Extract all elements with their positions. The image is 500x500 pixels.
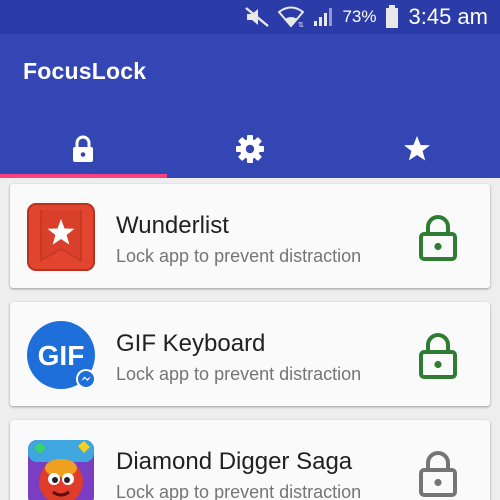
app-name: GIF Keyboard <box>116 330 266 357</box>
battery-icon <box>385 5 398 28</box>
lock-toggle-icon[interactable] <box>416 332 460 380</box>
lock-toggle-icon[interactable] <box>416 214 460 262</box>
svg-text:⇅: ⇅ <box>298 22 304 28</box>
app-subtitle: Lock app to prevent distraction <box>116 364 362 384</box>
app-bar: FocusLock <box>0 34 500 178</box>
app-subtitle: Lock app to prevent distraction <box>116 482 362 500</box>
list-item[interactable]: Diamond Digger Saga Lock app to prevent … <box>10 420 490 500</box>
wifi-icon: ⇅ <box>278 6 305 28</box>
lock-icon <box>73 135 94 162</box>
list-item[interactable]: GIF GIF Keyboard Lock app to prevent dis… <box>10 302 490 406</box>
lock-toggle-icon[interactable] <box>416 450 460 498</box>
wunderlist-icon <box>27 203 95 271</box>
status-time: 3:45 am <box>408 4 489 29</box>
gif-keyboard-icon: GIF <box>27 321 96 389</box>
app-list: Wunderlist Lock app to prevent distracti… <box>0 178 500 500</box>
gif-icon-label: GIF <box>38 340 85 371</box>
app-title: FocusLock <box>23 58 147 84</box>
tab-bar <box>0 120 500 178</box>
signal-icon <box>314 8 333 26</box>
tab-settings[interactable] <box>167 120 334 178</box>
tab-locked-apps[interactable] <box>0 120 167 178</box>
mute-icon <box>245 7 270 27</box>
app-subtitle: Lock app to prevent distraction <box>116 246 362 266</box>
battery-percent: 73% <box>342 7 377 26</box>
list-item[interactable]: Wunderlist Lock app to prevent distracti… <box>10 184 490 288</box>
gear-icon <box>236 135 264 163</box>
tab-favorites[interactable] <box>333 120 500 178</box>
app-name: Wunderlist <box>116 212 229 239</box>
status-icons: ⇅ 73% 3:45 am <box>244 0 488 34</box>
star-icon <box>403 136 430 161</box>
app-name: Diamond Digger Saga <box>116 448 353 475</box>
diamond-digger-icon <box>28 440 94 500</box>
status-bar: ⇅ 73% 3:45 am <box>0 0 500 34</box>
